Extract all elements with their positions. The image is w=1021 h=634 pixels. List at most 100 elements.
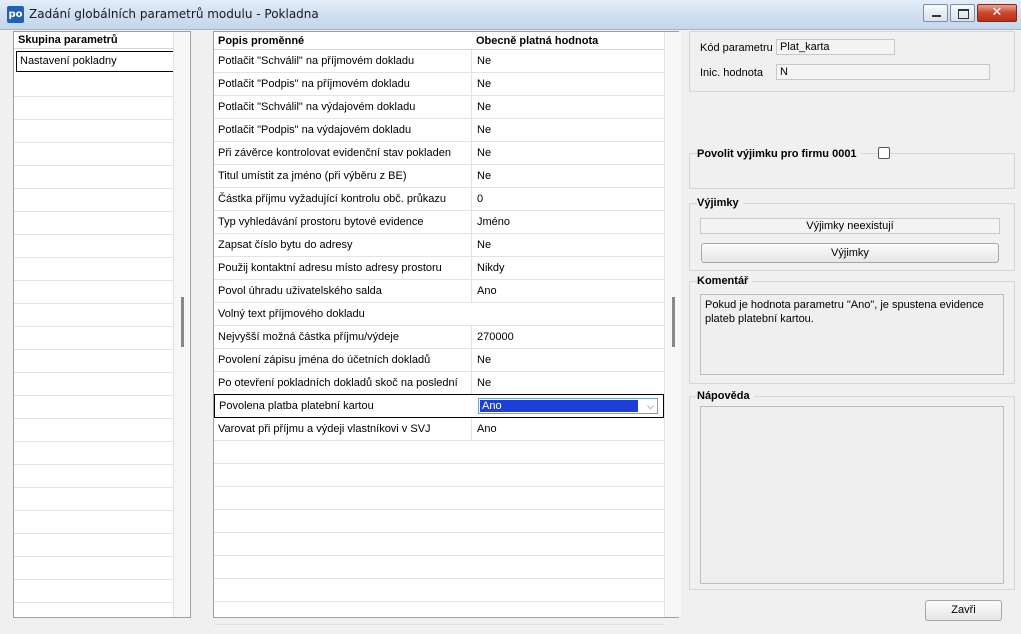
table-row[interactable]: Použij kontaktní adresu místo adresy pro…	[214, 257, 664, 280]
table-row[interactable]: Volný text příjmového dokladu	[214, 303, 664, 326]
row-description: Potlačit "Podpis" na výdajovém dokladu	[218, 124, 412, 136]
empty-row	[14, 97, 173, 120]
table-row[interactable]: Potlačit "Podpis" na výdajovém dokladu Ne	[214, 119, 664, 142]
minimize-button[interactable]	[923, 4, 948, 22]
table-row[interactable]: Typ vyhledávání prostoru bytové evidence…	[214, 211, 664, 234]
table-row[interactable]: Potlačit "Podpis" na příjmovém dokladu Ne	[214, 73, 664, 96]
close-button[interactable]: Zavři	[925, 600, 1002, 621]
empty-row	[14, 511, 173, 534]
empty-row	[14, 189, 173, 212]
help-text	[700, 406, 1004, 584]
group-column-header: Skupina parametrů	[14, 32, 190, 49]
comment-title: Komentář	[697, 275, 753, 287]
row-description: Potlačit "Schválil" na výdajovém dokladu	[218, 101, 416, 113]
minimize-icon	[924, 5, 947, 21]
row-description: Při závěrce kontrolovat evidenční stav p…	[218, 147, 451, 159]
exceptions-button[interactable]: Výjimky	[701, 243, 999, 263]
exceptions-status: Výjimky neexistují	[700, 218, 1000, 234]
group-scroll-thumb[interactable]	[181, 297, 184, 347]
row-value[interactable]: Ano	[471, 418, 664, 440]
row-description: Nejvyšší možná částka příjmu/výdeje	[218, 331, 399, 343]
init-value-field: N	[776, 64, 990, 80]
window-title: Zadání globálních parametrů modulu - Pok…	[29, 7, 319, 21]
table-row[interactable]: Potlačit "Schválil" na příjmovém dokladu…	[214, 50, 664, 73]
row-value[interactable]: Ne	[471, 142, 664, 164]
table-row[interactable]: Zapsat číslo bytu do adresy Ne	[214, 234, 664, 257]
row-description: Varovat při příjmu a výdeji vlastníkovi …	[218, 423, 431, 435]
empty-row	[14, 350, 173, 373]
empty-row	[14, 488, 173, 511]
row-value[interactable]: Ne	[471, 349, 664, 371]
table-row[interactable]: Částka příjmu vyžadující kontrolu obč. p…	[214, 188, 664, 211]
parameter-group-list[interactable]: Skupina parametrů Nastavení pokladny	[13, 31, 191, 618]
row-value[interactable]: 270000	[471, 326, 664, 348]
row-value[interactable]: Jméno	[471, 211, 664, 233]
exception-enable-checkbox[interactable]	[878, 147, 890, 159]
empty-row	[14, 396, 173, 419]
maximize-button[interactable]	[950, 4, 975, 22]
table-row[interactable]: Nejvyšší možná částka příjmu/výdeje 27000…	[214, 326, 664, 349]
group-list-scrollbar[interactable]	[173, 32, 190, 617]
row-value[interactable]: Ne	[471, 119, 664, 141]
row-value[interactable]: Ne	[471, 50, 664, 72]
exception-enable-label: Povolit výjimku pro firmu 0001	[697, 148, 861, 160]
empty-row	[14, 304, 173, 327]
table-row[interactable]: Povol úhradu uživatelského salda Ano	[214, 280, 664, 303]
empty-row	[14, 120, 173, 143]
value-dropdown[interactable]: Ano ⌵	[478, 398, 658, 414]
table-row[interactable]: Povolení zápisu jména do účetních doklad…	[214, 349, 664, 372]
grid-scrollbar[interactable]	[664, 32, 681, 617]
row-value[interactable]: Nikdy	[471, 257, 664, 279]
close-icon: ✕	[991, 5, 1003, 20]
empty-row	[14, 557, 173, 580]
help-title: Nápověda	[697, 390, 754, 402]
code-field: Plat_karta	[776, 39, 895, 55]
empty-row	[214, 441, 664, 464]
table-row[interactable]: Při závěrce kontrolovat evidenční stav p…	[214, 142, 664, 165]
row-description: Typ vyhledávání prostoru bytové evidence	[218, 216, 424, 228]
empty-row	[14, 74, 173, 97]
maximize-icon	[951, 5, 974, 21]
close-window-button[interactable]: ✕	[977, 4, 1017, 22]
table-row-selected[interactable]: Povolena platba platební kartou Ano ⌵	[214, 394, 664, 418]
empty-row	[14, 465, 173, 488]
empty-row	[14, 143, 173, 166]
column-header-description: Popis proměnné	[218, 35, 305, 47]
empty-row	[214, 464, 664, 487]
row-description: Potlačit "Podpis" na příjmovém dokladu	[218, 78, 410, 90]
empty-row	[14, 534, 173, 557]
table-row[interactable]: Po otevření pokladních dokladů skoč na p…	[214, 372, 664, 395]
row-description: Povolení zápisu jména do účetních doklad…	[218, 354, 431, 366]
grid-header-row: Popis proměnné Obecně platná hodnota	[214, 32, 664, 50]
table-row[interactable]: Potlačit "Schválil" na výdajovém dokladu…	[214, 96, 664, 119]
row-description: Zapsat číslo bytu do adresy	[218, 239, 353, 251]
row-value[interactable]: Ano	[471, 280, 664, 302]
row-value[interactable]: Ne	[471, 96, 664, 118]
row-description: Potlačit "Schválil" na příjmovém dokladu	[218, 55, 415, 67]
row-description: Použij kontaktní adresu místo adresy pro…	[218, 262, 442, 274]
table-row[interactable]: Varovat při příjmu a výdeji vlastníkovi …	[214, 418, 664, 441]
grid-scroll-thumb[interactable]	[672, 297, 675, 347]
chevron-down-icon[interactable]: ⌵	[647, 399, 654, 414]
row-value[interactable]: Ne	[471, 73, 664, 95]
row-value[interactable]: Ne	[471, 234, 664, 256]
row-description: Povol úhradu uživatelského salda	[218, 285, 382, 297]
row-description: Povolena platba platební kartou	[219, 400, 374, 412]
dropdown-selected-value: Ano	[480, 400, 638, 412]
grid-body: Potlačit "Schválil" na příjmovém dokladu…	[214, 50, 664, 625]
row-value[interactable]: Ne	[471, 372, 664, 394]
empty-row	[14, 235, 173, 258]
app-icon: po	[7, 6, 24, 23]
row-value[interactable]: 0	[471, 188, 664, 210]
table-row[interactable]: Titul umístit za jméno (při výběru z BE)…	[214, 165, 664, 188]
parameter-grid[interactable]: Popis proměnné Obecně platná hodnota Pot…	[213, 31, 681, 625]
empty-row	[214, 579, 664, 602]
exceptions-title: Výjimky	[697, 197, 743, 209]
row-value[interactable]: Ne	[471, 165, 664, 187]
group-item-selected[interactable]: Nastavení pokladny	[16, 51, 188, 72]
empty-row	[214, 487, 664, 510]
empty-row	[14, 442, 173, 465]
title-bar: po Zadání globálních parametrů modulu - …	[0, 0, 1021, 30]
group-list-empty-rows	[14, 74, 190, 603]
code-label: Kód parametru	[700, 42, 773, 54]
